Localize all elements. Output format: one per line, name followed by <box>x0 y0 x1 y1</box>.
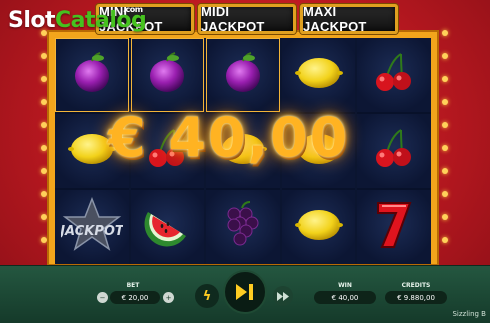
win-label: WIN <box>338 282 352 289</box>
reel-cell <box>281 38 356 112</box>
autoplay-button[interactable] <box>273 286 293 306</box>
bet-increase-button[interactable]: + <box>163 292 174 303</box>
watermark-com: .com <box>123 5 143 14</box>
watermark-slot: Slot <box>8 8 56 33</box>
reel-cell <box>130 190 205 264</box>
minus-icon: − <box>99 293 106 302</box>
reel-cell <box>357 114 431 188</box>
plum-icon <box>69 50 115 100</box>
grapes-icon <box>220 200 266 254</box>
midi-jackpot-plaque: MIDI JACKPOT <box>198 4 296 34</box>
slotcatalog-watermark: SlotCatalog .com <box>8 5 147 33</box>
bet-decrease-button[interactable]: − <box>97 292 108 303</box>
cherries-icon <box>371 126 417 176</box>
reel-cell <box>206 190 280 264</box>
reel-5 <box>357 38 431 264</box>
maxi-jackpot-plaque: MAXI JACKPOT <box>300 4 398 34</box>
reel-cell: JACKPOT <box>55 190 129 264</box>
reel-cell <box>206 38 280 112</box>
plum-icon <box>220 50 266 100</box>
lemon-icon <box>294 53 343 97</box>
right-lamp-strip <box>441 30 449 266</box>
lightning-icon: ϟ <box>202 288 212 304</box>
win-amount-display: € 40,00 <box>108 106 350 169</box>
credits-value: € 9.880,00 <box>385 291 447 304</box>
fast-forward-icon <box>277 291 289 301</box>
play-pause-icon <box>236 284 253 300</box>
lemon-icon <box>294 205 343 249</box>
credits-label: CREDITS <box>401 282 431 289</box>
plus-icon: + <box>165 293 172 302</box>
cherries-icon <box>371 50 417 100</box>
reel-cell <box>55 38 129 112</box>
game-name-label: Sizzling B <box>452 310 486 318</box>
svg-text:JACKPOT: JACKPOT <box>61 224 123 239</box>
bet-label: BET <box>126 282 140 289</box>
spin-button[interactable] <box>223 270 267 314</box>
turbo-button[interactable]: ϟ <box>195 284 219 308</box>
midi-jackpot-label: MIDI JACKPOT <box>201 4 265 34</box>
reel-cell <box>130 38 205 112</box>
watermelon-icon <box>142 202 192 252</box>
reel-cell <box>281 190 356 264</box>
maxi-jackpot-label: MAXI JACKPOT <box>303 4 367 34</box>
reel-cell <box>357 38 431 112</box>
bet-value: € 20,00 <box>110 291 160 304</box>
jackpot-star-icon: JACKPOT <box>57 196 125 257</box>
plum-icon <box>144 50 190 100</box>
reel-cell <box>357 190 431 264</box>
seven-icon <box>374 199 414 255</box>
win-value: € 40,00 <box>314 291 376 304</box>
